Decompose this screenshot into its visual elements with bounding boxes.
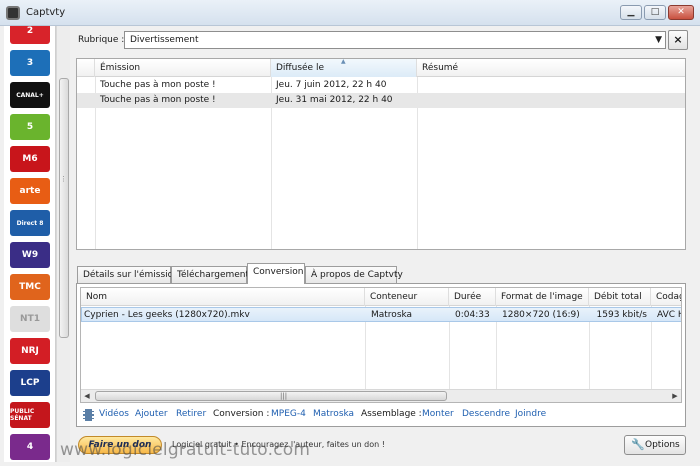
tmc-logo[interactable]: TMC <box>10 274 50 300</box>
lcp-logo[interactable]: LCP <box>10 370 50 396</box>
app-icon <box>6 6 20 20</box>
column-header-format[interactable]: Format de l'image <box>496 288 589 306</box>
descendre-link[interactable]: Descendre <box>462 409 510 419</box>
header-spacer <box>77 59 95 77</box>
dropdown-arrow-icon[interactable]: ▼ <box>655 35 662 45</box>
table-row[interactable]: Touche pas à mon poste ! Jeu. 7 juin 201… <box>77 78 685 93</box>
rubrique-select[interactable]: Divertissement ▼ <box>124 31 666 49</box>
horizontal-scrollbar[interactable]: ◀ ||| ▶ <box>81 389 681 402</box>
channel-sidebar: 2 3 CANAL+ 5 M6 arte Direct 8 W9 TMC NT1 NRJ LCP PUB… <box>4 26 56 462</box>
column-header-nom[interactable]: Nom <box>81 288 365 306</box>
scroll-grip-icon: ||| <box>280 392 288 400</box>
conversion-label: Conversion : <box>213 409 270 419</box>
wrench-icon: 🔧 <box>631 438 645 451</box>
france4-logo[interactable]: 4 <box>10 434 50 460</box>
w9-logo[interactable]: W9 <box>10 242 50 268</box>
column-header-emission[interactable]: Émission <box>95 59 271 77</box>
videos-link[interactable]: Vidéos <box>99 409 129 419</box>
assemblage-label: Assemblage : <box>361 409 422 419</box>
emission-header-row: Émission Diffusée le Résumé ▲ <box>77 58 685 77</box>
column-header-conteneur[interactable]: Conteneur <box>365 288 449 306</box>
scroll-left-icon[interactable]: ◀ <box>81 391 93 402</box>
column-header-resume[interactable]: Résumé <box>417 59 685 77</box>
options-label: Options <box>645 440 680 450</box>
matroska-link[interactable]: Matroska <box>313 409 354 419</box>
sidebar-scroll-thumb[interactable] <box>59 78 69 338</box>
france3-logo[interactable]: 3 <box>10 50 50 76</box>
column-header-debit[interactable]: Débit total <box>589 288 651 306</box>
cell-diffusee: Jeu. 7 juin 2012, 22 h 40 <box>276 80 387 90</box>
ajouter-link[interactable]: Ajouter <box>135 409 168 419</box>
cell-format: 1280×720 (16:9) <box>502 310 580 320</box>
sort-ascending-icon: ▲ <box>341 58 346 65</box>
cell-debit: 1593 kbit/s <box>596 310 647 320</box>
conversion-grid[interactable]: Nom Conteneur Durée Format de l'image Dé… <box>80 287 682 403</box>
france5-logo[interactable]: 5 <box>10 114 50 140</box>
column-header-duree[interactable]: Durée <box>449 288 496 306</box>
cell-diffusee: Jeu. 31 mai 2012, 22 h 40 <box>276 95 393 105</box>
publicsenat-logo[interactable]: PUBLIC SÉNAT <box>10 402 50 428</box>
cell-emission: Touche pas à mon poste ! <box>100 80 216 90</box>
cell-resume <box>417 78 685 93</box>
film-icon <box>83 409 94 421</box>
maximize-button[interactable]: □ <box>644 5 666 20</box>
monter-link[interactable]: Monter <box>422 409 454 419</box>
watermark-text: www.logicielgratuit-tuto.com <box>60 440 311 460</box>
canalplus-logo[interactable]: CANAL+ <box>10 82 50 108</box>
table-row[interactable]: Cyprien - Les geeks (1280x720).mkv Matro… <box>81 307 681 322</box>
table-row[interactable]: Touche pas à mon poste ! Jeu. 31 mai 201… <box>77 93 685 108</box>
rubrique-label: Rubrique : <box>78 35 125 45</box>
emission-grid[interactable]: Émission Diffusée le Résumé ▲ Touche pas… <box>76 58 686 250</box>
options-button[interactable]: 🔧 Options <box>624 435 686 455</box>
conversion-panel: Nom Conteneur Durée Format de l'image Dé… <box>76 283 686 427</box>
tab-a-propos[interactable]: À propos de Captvty <box>305 266 403 284</box>
minimize-button[interactable]: ▁ <box>620 5 642 20</box>
tab-details-emission[interactable]: Détails sur l'émission <box>77 266 179 284</box>
joindre-link[interactable]: Joindre <box>515 409 546 419</box>
conversion-toolbar: Vidéos Ajouter Retirer Conversion : MPEG… <box>83 409 681 423</box>
cell-emission: Touche pas à mon poste ! <box>100 95 216 105</box>
cell-duree: 0:04:33 <box>455 310 490 320</box>
cell-conteneur: Matroska <box>371 310 413 320</box>
cell-resume <box>417 93 685 108</box>
title-bar: Captvty ▁ □ ✕ <box>0 0 700 26</box>
france2-logo[interactable]: 2 <box>10 26 50 44</box>
rubrique-close-button[interactable]: × <box>668 30 688 50</box>
tab-telechargement[interactable]: Téléchargement <box>171 266 249 284</box>
window-title: Captvty <box>26 7 66 18</box>
cell-nom: Cyprien - Les geeks (1280x720).mkv <box>84 310 250 320</box>
retirer-link[interactable]: Retirer <box>176 409 206 419</box>
sidebar-scrollbar[interactable] <box>56 26 70 462</box>
conversion-header-row: Nom Conteneur Durée Format de l'image Dé… <box>81 288 681 306</box>
horizontal-scroll-thumb[interactable]: ||| <box>95 391 447 401</box>
mpeg4-link[interactable]: MPEG-4 <box>271 409 306 419</box>
nt1-logo[interactable]: NT1 <box>10 306 50 332</box>
tab-conversion[interactable]: Conversion <box>247 263 305 284</box>
cell-codage: AVC Hi <box>657 310 681 320</box>
close-window-button[interactable]: ✕ <box>668 5 694 20</box>
m6-logo[interactable]: M6 <box>10 146 50 172</box>
column-header-codage[interactable]: Codage <box>651 288 681 306</box>
arte-logo[interactable]: arte <box>10 178 50 204</box>
splitter-grip-icon[interactable]: ⋮ <box>60 176 67 188</box>
scroll-right-icon[interactable]: ▶ <box>669 391 681 402</box>
nrj12-logo[interactable]: NRJ <box>10 338 50 364</box>
rubrique-value: Divertissement <box>130 35 199 45</box>
direct8-logo[interactable]: Direct 8 <box>10 210 50 236</box>
